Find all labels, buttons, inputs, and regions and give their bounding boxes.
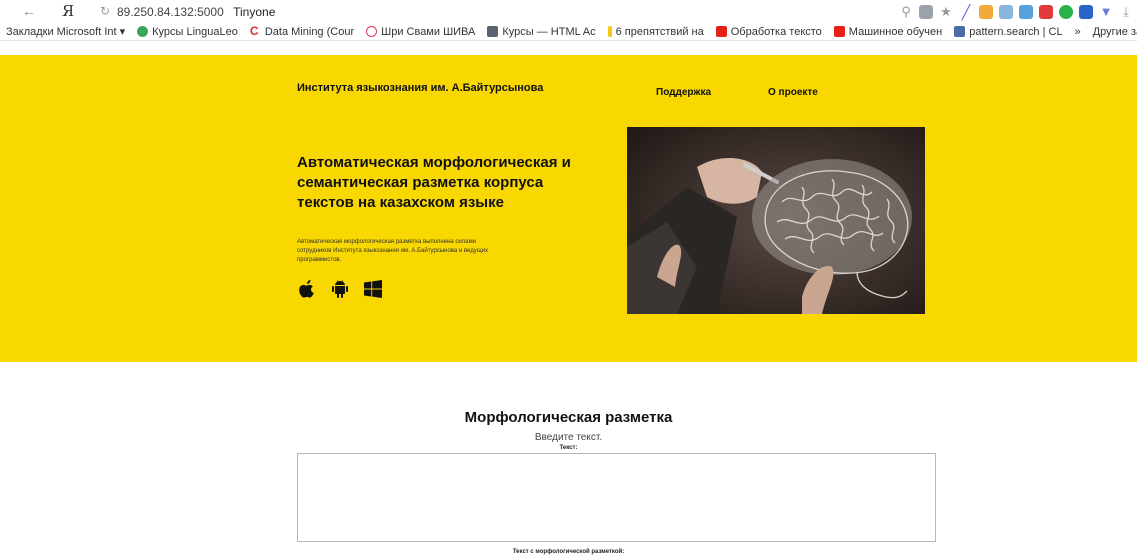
input-prompt: Введите текст. — [534, 432, 603, 443]
nav-link-about[interactable]: О проекте — [768, 87, 818, 98]
bookmark-label: pattern.search | CL — [969, 25, 1063, 38]
text-input[interactable] — [297, 453, 936, 542]
extension-icon[interactable] — [1039, 4, 1053, 19]
extension-icon[interactable] — [1079, 4, 1093, 19]
bookmark-label: Курсы LinguaLeo — [152, 25, 238, 38]
lingualeo-icon — [137, 26, 149, 37]
section-title: Морфологическая разметка — [464, 409, 673, 426]
back-arrow-icon[interactable]: ← — [22, 3, 36, 19]
coursera-icon: C — [249, 24, 259, 38]
bookmark-item[interactable]: Машинное обучен — [828, 26, 948, 38]
hero-description: Автоматическая морфологическая разметка … — [297, 239, 489, 263]
reload-icon[interactable]: ↻ — [100, 4, 110, 18]
translate-icon[interactable] — [1019, 4, 1033, 19]
bookmark-item[interactable]: 6 препятствий на — [602, 26, 710, 38]
extension-icon[interactable] — [979, 4, 993, 19]
site-icon — [607, 26, 612, 37]
bookmark-item[interactable]: Закладки Microsoft Int ▾ — [0, 25, 131, 39]
grammarly-icon[interactable] — [1059, 4, 1073, 19]
other-bookmarks[interactable]: Другие закладки — [1087, 26, 1137, 38]
bookmark-item[interactable]: Обработка тексто — [710, 26, 828, 38]
youtube-icon — [833, 26, 845, 37]
chevron-down-icon: ▾ — [119, 26, 126, 38]
extension-icon[interactable] — [919, 4, 933, 19]
site-icon — [954, 26, 966, 37]
apple-icon[interactable] — [297, 279, 317, 299]
bookmark-label: Шри Свами ШИВА — [381, 25, 476, 38]
bookmark-label: Машинное обучен — [848, 25, 943, 38]
url-host: 89.250.84.132:5000 — [117, 5, 224, 19]
site-icon — [487, 26, 499, 37]
download-icon[interactable]: ⤓ — [1119, 4, 1133, 19]
hero-title: Автоматическая морфологическая и семанти… — [297, 154, 571, 211]
yandex-logo-icon[interactable]: Я — [62, 2, 74, 20]
browser-toolbar-icons: ⚲ ★ ╱ ▼ ⤓ — [899, 2, 1137, 21]
star-icon[interactable]: ★ — [939, 4, 953, 19]
bookmark-label: Закладки Microsoft Int — [6, 25, 117, 38]
bookmark-item[interactable]: Курсы LinguaLeo — [131, 26, 244, 38]
bookmark-item[interactable]: Шри Свами ШИВА — [360, 26, 481, 38]
bookmark-label: » — [1074, 25, 1081, 38]
text-label: Текст: — [559, 445, 578, 451]
bookmark-label: Другие закладки — [1092, 25, 1137, 38]
result-label: Текст с морфологической разметкой: — [512, 549, 625, 555]
site-icon — [366, 26, 378, 37]
bookmark-item[interactable]: C Data Mining (Cour — [244, 24, 360, 38]
brand-title[interactable]: Института языкознания им. А.Байтурсынова — [297, 82, 543, 94]
windows-icon[interactable] — [363, 279, 383, 299]
bookmarks-bar: Закладки Microsoft Int ▾ Курсы LinguaLeo … — [0, 23, 1137, 41]
bookmark-item[interactable]: Курсы — HTML Ac — [481, 26, 601, 38]
hero-brain-image — [627, 127, 925, 314]
page-tab-title: Tinyone — [233, 5, 276, 19]
bookmark-label: Data Mining (Cour — [264, 25, 355, 38]
hero-section: Института языкознания им. А.Байтурсынова… — [0, 55, 1137, 362]
nav-link-support[interactable]: Поддержка — [656, 87, 711, 98]
bookmarks-overflow[interactable]: » — [1069, 26, 1087, 38]
youtube-icon — [715, 26, 727, 37]
bookmark-item[interactable]: pattern.search | CL — [948, 26, 1068, 38]
url-field[interactable]: 89.250.84.132:5000 Tinyone — [117, 5, 275, 19]
android-icon[interactable] — [330, 279, 350, 299]
platform-icons — [297, 279, 383, 299]
pen-icon[interactable]: ╱ — [959, 4, 973, 19]
vpn-icon[interactable]: ▼ — [1099, 4, 1113, 19]
bookmark-label: 6 препятствий на — [615, 25, 704, 38]
extension-icon[interactable] — [999, 4, 1013, 19]
search-icon[interactable]: ⚲ — [899, 4, 913, 19]
browser-address-bar: ← Я ↻ 89.250.84.132:5000 Tinyone ⚲ ★ ╱ ▼… — [0, 0, 1137, 23]
bookmark-label: Курсы — HTML Ac — [502, 25, 596, 38]
bookmark-label: Обработка тексто — [730, 25, 822, 38]
